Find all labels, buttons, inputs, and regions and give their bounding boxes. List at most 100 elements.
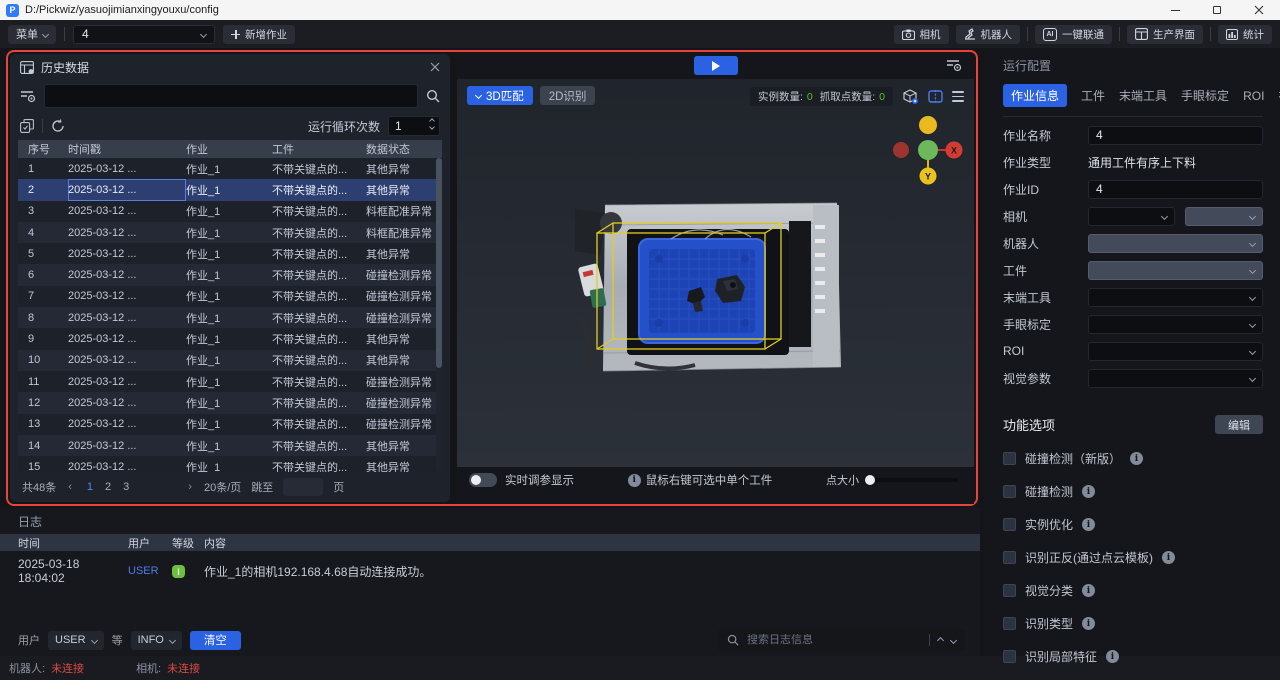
menu-button[interactable]: 菜单 bbox=[8, 25, 56, 44]
history-table-body: 12025-03-12 ...作业_1不带关键点的...其他异常22025-03… bbox=[18, 158, 442, 472]
table-row[interactable]: 92025-03-12 ...作业_1不带关键点的...其他异常 bbox=[18, 328, 442, 349]
checkbox[interactable] bbox=[1003, 617, 1016, 630]
robot-button[interactable]: 机器人 bbox=[956, 25, 1021, 44]
live-tuning-toggle[interactable] bbox=[469, 473, 497, 487]
page-number-button[interactable]: 3 bbox=[120, 481, 132, 493]
table-row[interactable]: 62025-03-12 ...作业_1不带关键点的...碰撞检测异常 bbox=[18, 264, 442, 285]
page-unit-label: 页 bbox=[333, 479, 344, 495]
job-select[interactable]: 4 bbox=[73, 25, 215, 44]
tab-3d-match[interactable]: 3D匹配 bbox=[467, 86, 533, 105]
info-icon[interactable]: i bbox=[1082, 617, 1095, 630]
config-tab[interactable]: ROI bbox=[1243, 89, 1264, 103]
table-row[interactable]: 32025-03-12 ...作业_1不带关键点的...料框配准异常 bbox=[18, 201, 442, 222]
pointcloud-view-icon[interactable] bbox=[902, 89, 919, 105]
table-row[interactable]: 12025-03-12 ...作业_1不带关键点的...其他异常 bbox=[18, 158, 442, 179]
checkbox[interactable] bbox=[1003, 650, 1016, 663]
statistics-button[interactable]: 统计 bbox=[1218, 25, 1272, 44]
log-user-filter[interactable]: USER bbox=[48, 631, 104, 650]
log-search-box[interactable] bbox=[718, 629, 965, 651]
table-row[interactable]: 112025-03-12 ...作业_1不带关键点的...碰撞检测异常 bbox=[18, 371, 442, 392]
config-tab[interactable]: 作业信息 bbox=[1003, 84, 1067, 107]
stepper[interactable] bbox=[430, 119, 434, 129]
checkbox[interactable] bbox=[1003, 452, 1016, 465]
maximize-button[interactable] bbox=[1196, 0, 1238, 20]
run-button[interactable] bbox=[694, 56, 738, 75]
scrollbar-thumb[interactable] bbox=[436, 158, 442, 368]
checkbox[interactable] bbox=[1003, 518, 1016, 531]
info-icon[interactable]: i bbox=[1162, 551, 1175, 564]
new-job-button[interactable]: 新增作业 bbox=[223, 25, 295, 44]
table-row[interactable]: 82025-03-12 ...作业_1不带关键点的...碰撞检测异常 bbox=[18, 307, 442, 328]
log-entry-row[interactable]: 2025-03-18 18:04:02 USER I 作业_1的相机192.16… bbox=[0, 557, 980, 585]
table-row[interactable]: 52025-03-12 ...作业_1不带关键点的...其他异常 bbox=[18, 243, 442, 264]
info-icon[interactable]: i bbox=[1082, 518, 1095, 531]
checkbox[interactable] bbox=[1003, 485, 1016, 498]
copy-export-icon[interactable] bbox=[20, 119, 34, 133]
table-scrollbar[interactable] bbox=[436, 158, 442, 472]
table-row[interactable]: 102025-03-12 ...作业_1不带关键点的...其他异常 bbox=[18, 350, 442, 371]
camera-sub-select[interactable] bbox=[1185, 207, 1263, 226]
job-name-input[interactable]: 4 bbox=[1088, 126, 1263, 145]
edit-button[interactable]: 编辑 bbox=[1215, 415, 1263, 434]
camera-button[interactable]: 相机 bbox=[894, 25, 949, 44]
table-row[interactable]: 132025-03-12 ...作业_1不带关键点的...碰撞检测异常 bbox=[18, 414, 442, 435]
log-search-input[interactable] bbox=[747, 634, 921, 646]
next-page-button[interactable]: › bbox=[186, 481, 194, 493]
viewport-3d[interactable]: 3D匹配 2D识别 实例数量:0 抓取点数量:0 bbox=[457, 79, 974, 467]
camera-scene-image[interactable] bbox=[575, 195, 862, 380]
workspace: 历史数据 运行循环次数 1 bbox=[0, 48, 1280, 656]
table-row[interactable]: 22025-03-12 ...作业_1不带关键点的...其他异常 bbox=[18, 179, 442, 200]
page-number-button[interactable]: 1 bbox=[84, 481, 96, 493]
jump-page-input[interactable] bbox=[283, 478, 323, 496]
minimize-button[interactable] bbox=[1154, 0, 1196, 20]
info-icon[interactable]: i bbox=[1082, 584, 1095, 597]
table-row[interactable]: 72025-03-12 ...作业_1不带关键点的...碰撞检测异常 bbox=[18, 286, 442, 307]
search-prev-icon[interactable] bbox=[937, 636, 944, 643]
table-row[interactable]: 152025-03-12 ...作业_1不带关键点的...其他异常 bbox=[18, 456, 442, 472]
log-entry-content: 作业_1的相机192.168.4.68自动连接成功。 bbox=[204, 563, 431, 580]
config-tab[interactable]: 末端工具 bbox=[1119, 87, 1167, 104]
roi-select[interactable] bbox=[1088, 342, 1263, 361]
close-button[interactable] bbox=[1238, 0, 1280, 20]
point-size-slider[interactable] bbox=[866, 478, 958, 482]
checkbox[interactable] bbox=[1003, 551, 1016, 564]
clear-log-button[interactable]: 清空 bbox=[190, 631, 241, 650]
job-id-input[interactable]: 4 bbox=[1088, 180, 1263, 199]
search-next-icon[interactable] bbox=[950, 636, 957, 643]
filter-settings-icon[interactable] bbox=[20, 89, 36, 103]
checkbox[interactable] bbox=[1003, 584, 1016, 597]
hand-eye-select[interactable] bbox=[1088, 315, 1263, 334]
camera-select[interactable] bbox=[1088, 207, 1175, 226]
tab-2d-recognition[interactable]: 2D识别 bbox=[540, 86, 596, 105]
axis-gizmo[interactable]: X Y bbox=[888, 112, 968, 190]
info-icon[interactable]: i bbox=[1106, 650, 1119, 663]
vision-param-select[interactable] bbox=[1088, 369, 1263, 388]
table-row[interactable]: 42025-03-12 ...作业_1不带关键点的...料框配准异常 bbox=[18, 222, 442, 243]
one-key-connect-button[interactable]: AI 一键联通 bbox=[1035, 25, 1112, 44]
flip-view-icon[interactable] bbox=[928, 89, 943, 104]
info-icon[interactable]: i bbox=[1130, 452, 1143, 465]
log-level-filter[interactable]: INFO bbox=[131, 631, 182, 650]
config-tab[interactable]: 工件 bbox=[1081, 87, 1105, 104]
page-number-button[interactable]: 2 bbox=[102, 481, 114, 493]
robot-select[interactable] bbox=[1088, 234, 1263, 253]
view-settings-icon[interactable] bbox=[946, 58, 962, 72]
prev-page-button[interactable]: ‹ bbox=[66, 481, 74, 493]
function-option-row: 识别正反(通过点云模板)i bbox=[1003, 549, 1263, 566]
workpiece-select[interactable] bbox=[1088, 261, 1263, 280]
production-ui-button[interactable]: 生产界面 bbox=[1127, 25, 1203, 44]
info-icon[interactable]: i bbox=[1082, 485, 1095, 498]
table-row[interactable]: 122025-03-12 ...作业_1不带关键点的...碰撞检测异常 bbox=[18, 392, 442, 413]
per-page-label[interactable]: 20条/页 bbox=[204, 479, 241, 495]
end-tool-select[interactable] bbox=[1088, 288, 1263, 307]
loop-count-input[interactable]: 1 bbox=[388, 116, 440, 136]
table-row[interactable]: 142025-03-12 ...作业_1不带关键点的...其他异常 bbox=[18, 435, 442, 456]
history-close-button[interactable] bbox=[430, 62, 440, 72]
config-tab[interactable]: 手眼标定 bbox=[1181, 87, 1229, 104]
job-id-label: 作业ID bbox=[1003, 181, 1039, 198]
search-icon[interactable] bbox=[426, 89, 440, 103]
refresh-icon[interactable] bbox=[51, 119, 65, 133]
viewport-menu-icon[interactable] bbox=[952, 91, 964, 101]
history-search-input[interactable] bbox=[44, 84, 418, 108]
column-header: 序号 bbox=[28, 141, 68, 157]
